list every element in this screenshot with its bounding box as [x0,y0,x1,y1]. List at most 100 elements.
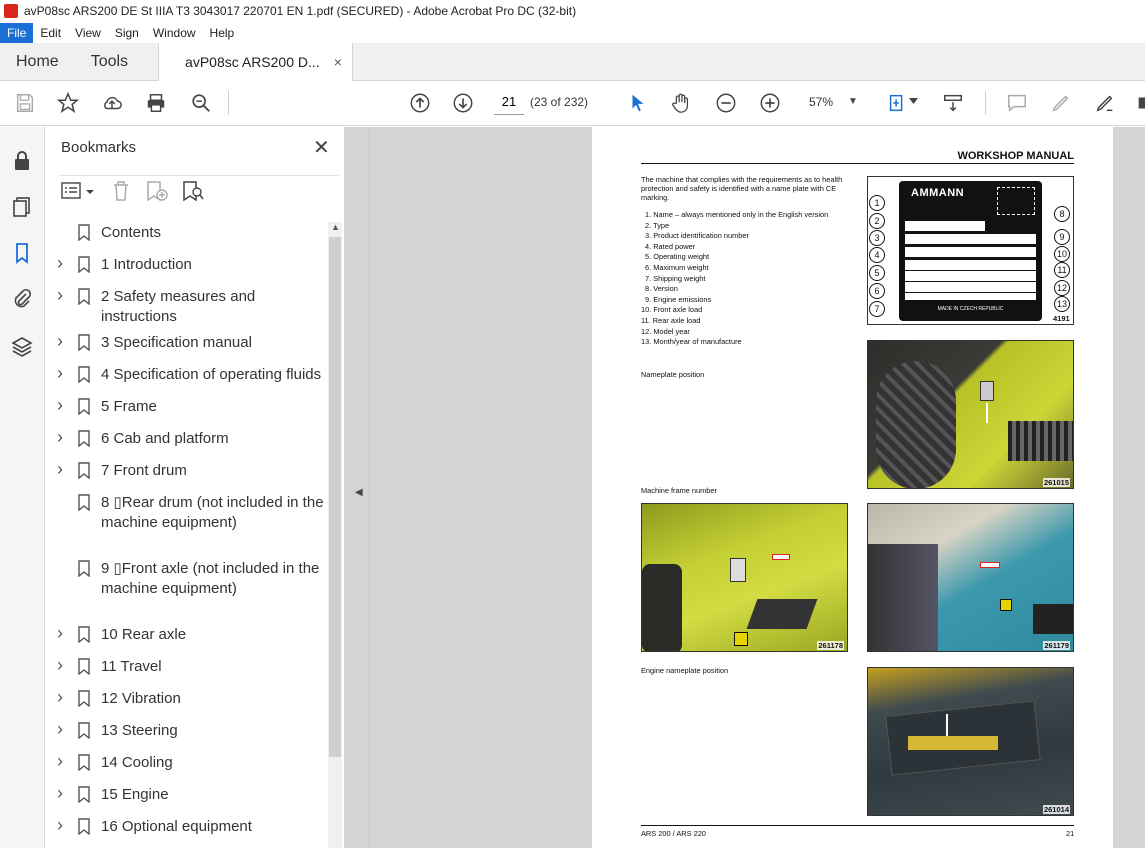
scroll-mode-icon[interactable] [941,91,965,115]
page-thumbnails-icon[interactable] [10,195,34,219]
close-tab-icon[interactable]: × [334,54,342,70]
bookmark-item[interactable]: 9 ▯Front axle (not included in the machi… [45,559,329,619]
find-bookmark-icon[interactable] [181,180,205,202]
bookmarks-icon[interactable] [10,241,34,265]
expand-chevron-icon[interactable]: › [57,253,63,273]
tab-home[interactable]: Home [0,43,75,80]
upload-cloud-icon[interactable] [100,91,124,115]
layers-icon[interactable] [10,335,34,359]
zoom-out-icon[interactable] [714,91,738,115]
bookmark-flag-icon [78,398,90,415]
draw-icon[interactable] [1093,91,1117,115]
zoom-in-icon[interactable] [758,91,782,115]
expand-chevron-icon[interactable]: › [57,363,63,383]
save-icon[interactable] [13,91,37,115]
bookmark-label: 9 ▯Front axle (not included in the machi… [101,560,320,597]
expand-chevron-icon[interactable]: › [57,427,63,447]
bookmark-item[interactable]: 8 ▯Rear drum (not included in the machin… [45,493,329,553]
expand-chevron-icon[interactable]: › [57,815,63,835]
menu-help[interactable]: Help [203,23,242,43]
bookmark-item[interactable]: › 5 Frame [45,395,329,417]
bookmark-item[interactable]: › 2 Safety measures and instructions [45,285,329,327]
bookmark-item[interactable]: › 7 Front drum [45,459,329,481]
expand-chevron-icon[interactable]: › [57,783,63,803]
bookmark-flag-icon [78,560,90,577]
expand-chevron-icon[interactable]: › [57,623,63,643]
bookmark-label: 1 Introduction [101,256,192,273]
bookmark-item[interactable]: › 11 Travel [45,655,329,677]
expand-chevron-icon[interactable]: › [57,655,63,675]
title-bar: avP08sc ARS200 DE St IIIA T3 3043017 220… [0,0,1145,22]
comment-icon[interactable] [1005,91,1029,115]
next-page-icon[interactable] [451,91,475,115]
page-number-input[interactable] [494,89,524,115]
bookmark-star-icon[interactable] [56,91,80,115]
nameplate-list-item: 4. Rated power [645,241,696,251]
more-tools-icon[interactable] [1134,91,1145,115]
bookmark-item[interactable]: › 10 Rear axle [45,623,329,645]
zoom-dropdown-icon[interactable]: ▼ [848,96,858,107]
fit-dropdown-icon[interactable] [909,98,918,104]
bookmark-label: 2 Safety measures and instructions [101,288,256,325]
bookmark-flag-icon [78,224,90,241]
bookmark-item[interactable]: › 15 Engine [45,783,329,805]
bookmarks-title: Bookmarks [61,139,137,156]
bookmark-item[interactable]: Contents [45,223,329,243]
expand-chevron-icon[interactable]: › [57,285,63,305]
mount-bracket [746,599,818,629]
plate-row [905,260,1036,270]
attachments-icon[interactable] [10,287,34,311]
callout-number: 12 [1054,280,1070,296]
lock-icon[interactable] [10,149,34,173]
bookmark-options-icon[interactable] [61,182,97,200]
nameplate-list-item: 2. Type [645,220,670,230]
expand-chevron-icon[interactable]: › [57,459,63,479]
bookmark-flag-icon [78,722,90,739]
bookmark-item[interactable]: › 14 Cooling [45,751,329,773]
previous-page-icon[interactable] [408,91,432,115]
toolbar-separator [228,91,229,115]
close-panel-icon[interactable]: ✕ [313,135,330,160]
panel-splitter[interactable] [369,127,370,848]
callout-number: 2 [869,213,885,229]
callout-number: 7 [869,301,885,317]
nameplate-list-item: 11. Rear axle load [641,315,701,325]
bookmark-item[interactable]: › 4 Specification of operating fluids [45,363,329,385]
nameplate-list-item: 3. Product identification number [645,231,749,241]
bookmark-item[interactable]: › 13 Steering [45,719,329,741]
nameplate-list-item: 5. Operating weight [645,252,710,262]
zoom-level[interactable]: 57% [809,95,833,109]
highlight-pen-icon[interactable] [1049,91,1073,115]
bookmark-item[interactable]: › 6 Cab and platform [45,427,329,449]
print-icon[interactable] [144,91,168,115]
menu-file[interactable]: File [0,22,34,43]
nameplate-list-item: 10. Front axle load [641,305,703,315]
menu-sign[interactable]: Sign [108,23,146,43]
collapse-panel-icon[interactable]: ◀ [355,487,363,498]
fit-page-icon[interactable] [885,91,909,115]
bookmark-item[interactable]: › 16 Optional equipment [45,815,329,837]
expand-chevron-icon[interactable]: › [57,687,63,707]
bookmark-item[interactable]: › 3 Specification manual [45,331,329,353]
nameplate-marker [980,381,994,401]
select-cursor-icon[interactable] [626,91,650,115]
hand-tool-icon[interactable] [669,91,693,115]
menu-window[interactable]: Window [146,23,203,43]
caption-engine-nameplate: Engine nameplate position [641,666,729,675]
new-bookmark-icon[interactable] [145,180,169,202]
expand-chevron-icon[interactable]: › [57,751,63,771]
menu-view[interactable]: View [68,23,108,43]
bookmark-item[interactable]: › 12 Vibration [45,687,329,709]
expand-chevron-icon[interactable]: › [57,331,63,351]
delete-bookmark-icon[interactable] [111,180,131,202]
expand-chevron-icon[interactable]: › [57,719,63,739]
scroll-up-icon[interactable]: ▲ [331,222,340,232]
bookmark-item[interactable]: › 1 Introduction [45,253,329,275]
find-zoom-icon[interactable] [189,91,213,115]
tab-tools[interactable]: Tools [75,43,144,80]
tab-document[interactable]: avP08sc ARS200 D... × [158,43,353,81]
figure-number: 261014 [1042,805,1070,814]
expand-chevron-icon[interactable]: › [57,395,63,415]
menu-edit[interactable]: Edit [33,23,68,43]
scrollbar-thumb[interactable] [329,237,341,757]
